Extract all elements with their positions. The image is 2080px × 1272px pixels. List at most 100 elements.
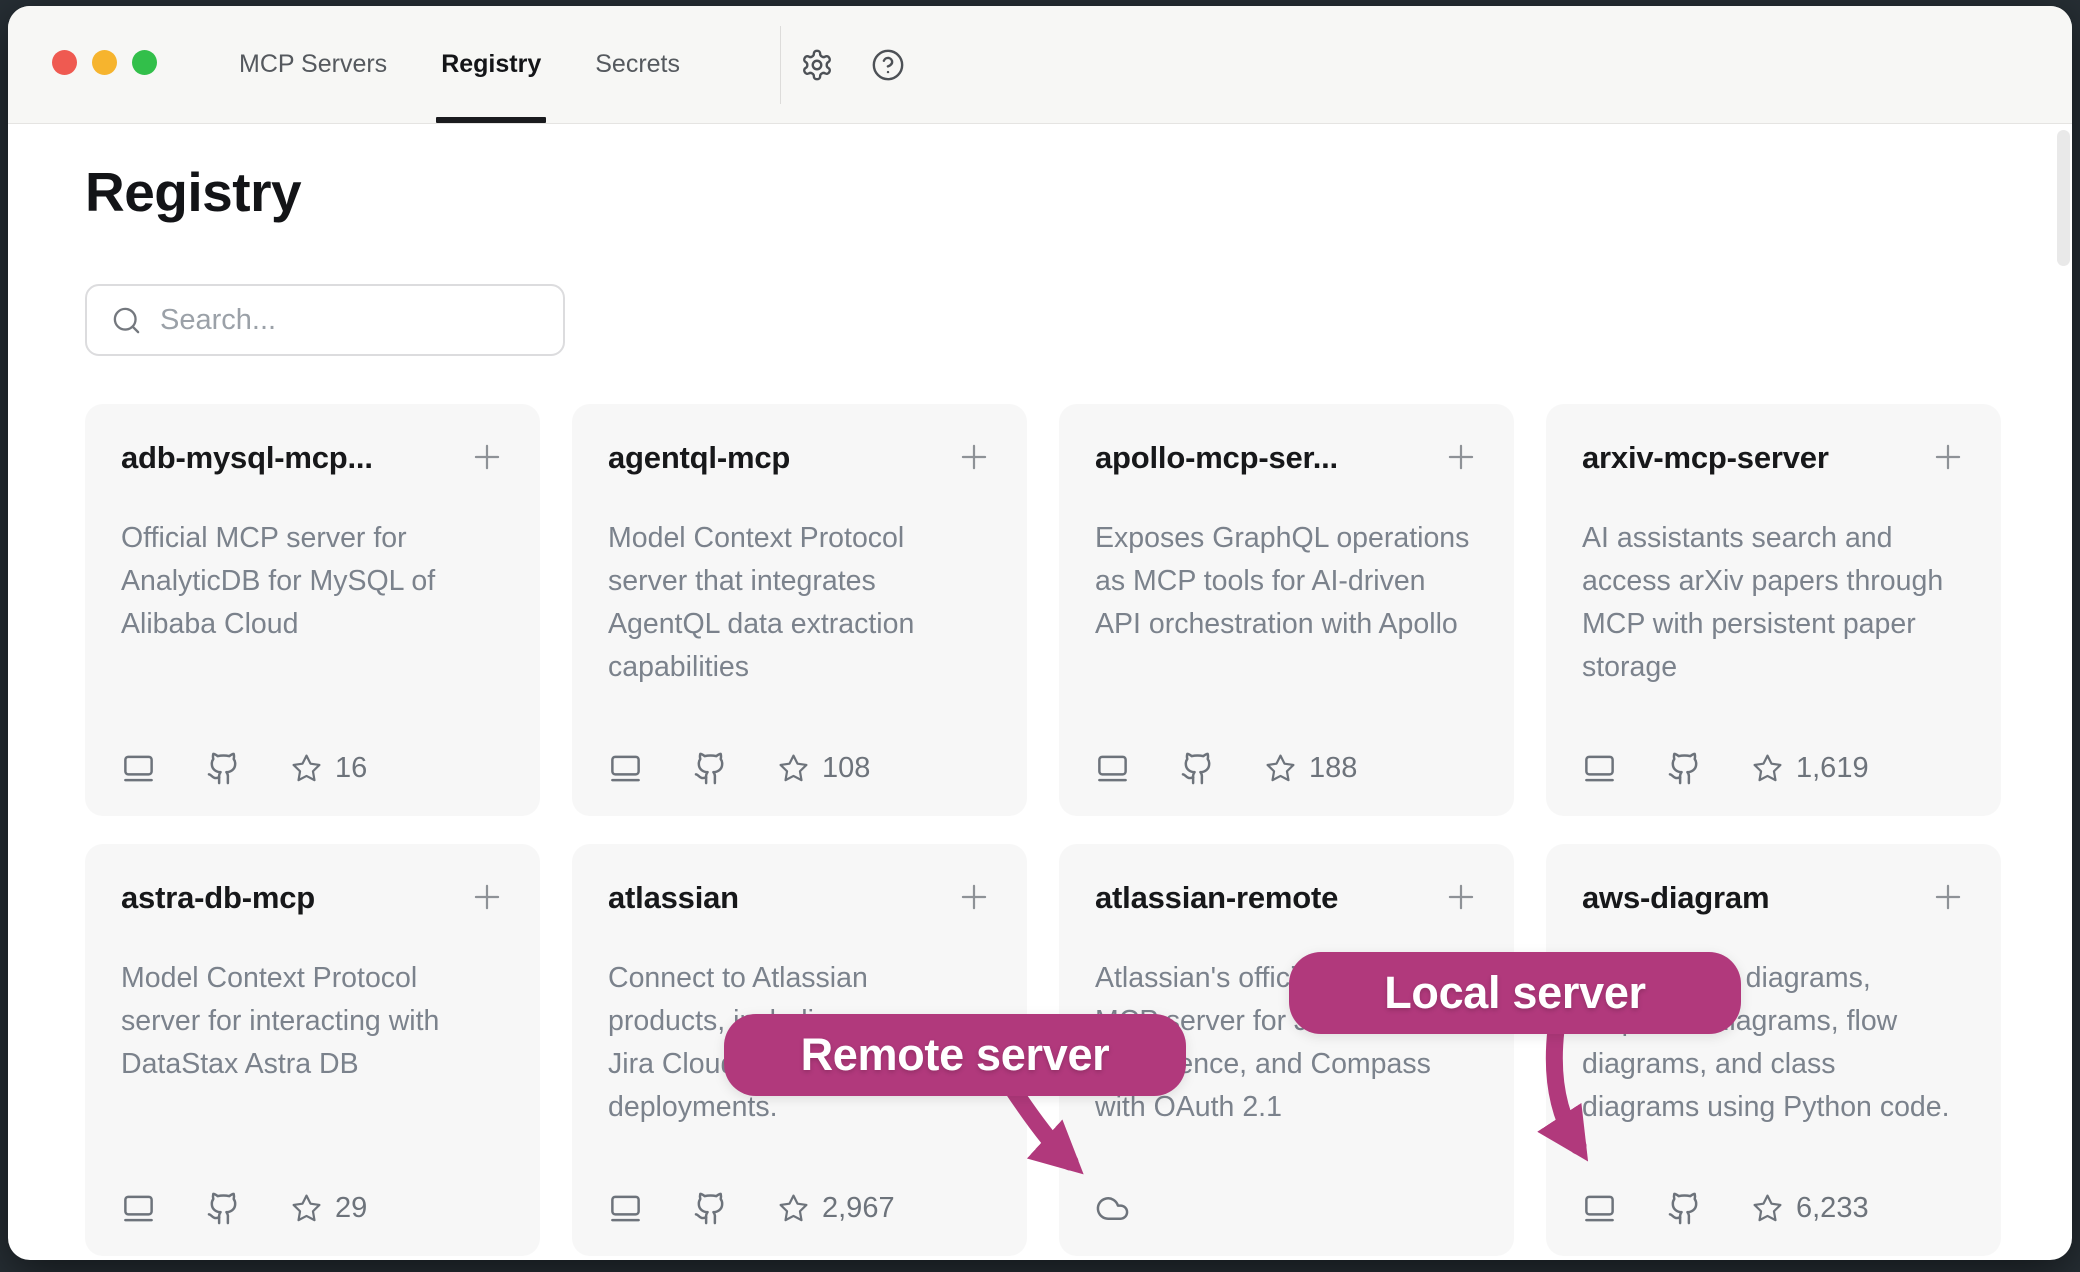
server-card[interactable]: apollo-mcp-ser... Exposes GraphQL operat… bbox=[1059, 404, 1514, 816]
add-server-button[interactable] bbox=[1442, 878, 1480, 919]
server-description: Atlassian's officialMCP server for Jira,… bbox=[1095, 957, 1480, 1129]
star-count: 188 bbox=[1309, 752, 1357, 785]
description-line: AnalyticDB for MySQL of bbox=[121, 560, 506, 603]
server-name: aws-diagram bbox=[1582, 880, 1769, 916]
star-rating: 2,967 bbox=[778, 1192, 895, 1225]
minimize-window-button[interactable] bbox=[92, 50, 117, 75]
help-icon bbox=[871, 48, 905, 82]
plus-icon bbox=[1442, 878, 1480, 916]
card-footer: 2,967 bbox=[608, 1191, 993, 1226]
search-box[interactable] bbox=[85, 284, 565, 356]
description-line: Atlassian's official bbox=[1095, 957, 1480, 1000]
description-line: capabilities bbox=[608, 646, 993, 689]
star-rating: 6,233 bbox=[1752, 1192, 1869, 1225]
server-name: agentql-mcp bbox=[608, 440, 790, 476]
github-icon bbox=[206, 751, 241, 786]
add-server-button[interactable] bbox=[1929, 438, 1967, 479]
description-line: Exposes GraphQL operations bbox=[1095, 517, 1480, 560]
server-card[interactable]: atlassian Connect to Atlassianproducts, … bbox=[572, 844, 1027, 1256]
app-window: MCP Servers Registry Secrets Registry bbox=[8, 6, 2072, 1260]
star-rating: 188 bbox=[1265, 752, 1357, 785]
star-rating: 1,619 bbox=[1752, 752, 1869, 785]
server-name: apollo-mcp-ser... bbox=[1095, 440, 1338, 476]
star-count: 1,619 bbox=[1796, 752, 1869, 785]
server-description: Connect to Atlassianproducts, includingJ… bbox=[608, 957, 993, 1129]
description-line: AgentQL data extraction bbox=[608, 603, 993, 646]
description-line: AI assistants search and bbox=[1582, 517, 1967, 560]
server-description: Create AWS diagrams,sequence diagrams, f… bbox=[1582, 957, 1967, 1129]
star-icon bbox=[291, 753, 322, 784]
tab-registry[interactable]: Registry bbox=[438, 6, 544, 123]
laptop-icon bbox=[1582, 1191, 1617, 1226]
server-card[interactable]: astra-db-mcp Model Context Protocolserve… bbox=[85, 844, 540, 1256]
add-server-button[interactable] bbox=[1442, 438, 1480, 479]
star-count: 2,967 bbox=[822, 1192, 895, 1225]
plus-icon bbox=[1929, 438, 1967, 476]
star-icon bbox=[778, 1193, 809, 1224]
laptop-icon bbox=[1582, 751, 1617, 786]
server-card[interactable]: agentql-mcp Model Context Protocolserver… bbox=[572, 404, 1027, 816]
server-card-grid: adb-mysql-mcp... Official MCP server for… bbox=[85, 404, 2072, 1256]
server-name: atlassian bbox=[608, 880, 739, 916]
description-line: storage bbox=[1582, 646, 1967, 689]
plus-icon bbox=[468, 878, 506, 916]
star-rating: 16 bbox=[291, 752, 367, 785]
github-icon bbox=[1667, 1191, 1702, 1226]
plus-icon bbox=[1929, 878, 1967, 916]
description-line: MCP server for Jira, bbox=[1095, 1000, 1480, 1043]
server-description: Model Context Protocolserver for interac… bbox=[121, 957, 506, 1086]
add-server-button[interactable] bbox=[955, 438, 993, 479]
server-card[interactable]: atlassian-remote Atlassian's officialMCP… bbox=[1059, 844, 1514, 1256]
description-line: diagrams using Python code. bbox=[1582, 1086, 1967, 1129]
server-name: astra-db-mcp bbox=[121, 880, 315, 916]
server-name: atlassian-remote bbox=[1095, 880, 1338, 916]
tab-secrets[interactable]: Secrets bbox=[592, 6, 683, 123]
star-count: 29 bbox=[335, 1192, 367, 1225]
page-title: Registry bbox=[85, 160, 2072, 224]
star-count: 108 bbox=[822, 752, 870, 785]
add-server-button[interactable] bbox=[468, 878, 506, 919]
server-card[interactable]: arxiv-mcp-server AI assistants search an… bbox=[1546, 404, 2001, 816]
description-line: Connect to Atlassian bbox=[608, 957, 993, 1000]
star-icon bbox=[291, 1193, 322, 1224]
star-icon bbox=[1265, 753, 1296, 784]
add-server-button[interactable] bbox=[1929, 878, 1967, 919]
card-footer: 188 bbox=[1095, 751, 1480, 786]
card-footer: 6,233 bbox=[1582, 1191, 1967, 1226]
settings-button[interactable] bbox=[794, 42, 840, 88]
server-card[interactable]: aws-diagram Create AWS diagrams,sequence… bbox=[1546, 844, 2001, 1256]
zoom-window-button[interactable] bbox=[132, 50, 157, 75]
server-description: Exposes GraphQL operationsas MCP tools f… bbox=[1095, 517, 1480, 646]
github-icon bbox=[206, 1191, 241, 1226]
server-description: Official MCP server forAnalyticDB for My… bbox=[121, 517, 506, 646]
cloud-icon bbox=[1095, 1191, 1130, 1226]
description-line: DataStax Astra DB bbox=[121, 1043, 506, 1086]
star-rating: 29 bbox=[291, 1192, 367, 1225]
star-icon bbox=[1752, 753, 1783, 784]
vertical-scrollbar[interactable] bbox=[2057, 130, 2070, 266]
plus-icon bbox=[955, 878, 993, 916]
description-line: as MCP tools for AI-driven bbox=[1095, 560, 1480, 603]
main-tabs: MCP Servers Registry Secrets bbox=[236, 6, 683, 123]
card-footer: 108 bbox=[608, 751, 993, 786]
server-card[interactable]: adb-mysql-mcp... Official MCP server for… bbox=[85, 404, 540, 816]
help-button[interactable] bbox=[865, 42, 911, 88]
search-input[interactable] bbox=[160, 304, 539, 337]
search-icon bbox=[111, 305, 142, 336]
server-description: Model Context Protocolserver that integr… bbox=[608, 517, 993, 689]
server-name: adb-mysql-mcp... bbox=[121, 440, 373, 476]
description-line: access arXiv papers through bbox=[1582, 560, 1967, 603]
card-footer bbox=[1095, 1191, 1480, 1226]
laptop-icon bbox=[121, 751, 156, 786]
gear-icon bbox=[800, 48, 834, 82]
github-icon bbox=[1667, 751, 1702, 786]
close-window-button[interactable] bbox=[52, 50, 77, 75]
description-line: Create AWS diagrams, bbox=[1582, 957, 1967, 1000]
add-server-button[interactable] bbox=[468, 438, 506, 479]
tab-mcp-servers[interactable]: MCP Servers bbox=[236, 6, 390, 123]
add-server-button[interactable] bbox=[955, 878, 993, 919]
star-rating: 108 bbox=[778, 752, 870, 785]
description-line: Alibaba Cloud bbox=[121, 603, 506, 646]
star-count: 6,233 bbox=[1796, 1192, 1869, 1225]
toolbar-divider bbox=[780, 26, 781, 104]
